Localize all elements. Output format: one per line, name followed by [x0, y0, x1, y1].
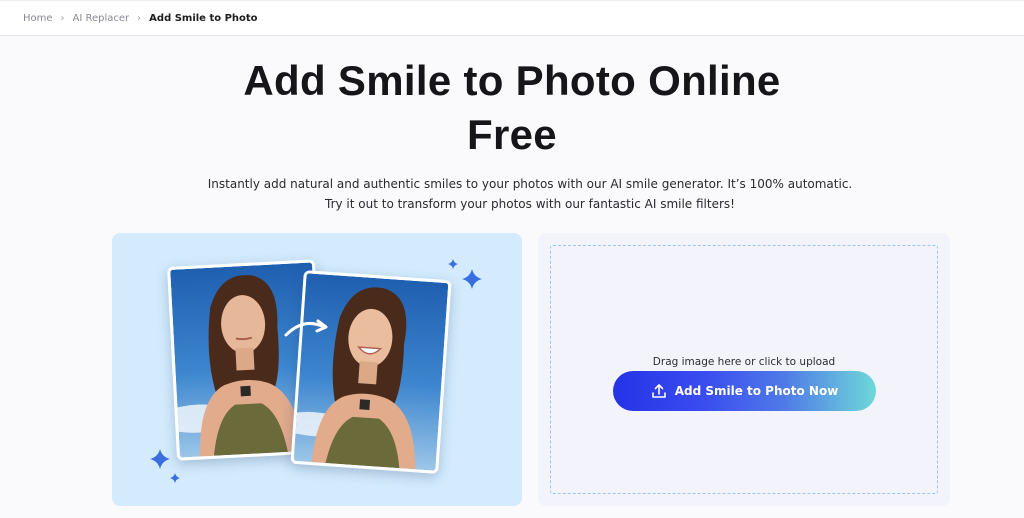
upload-dropzone[interactable]: Drag image here or click to upload Add S… [550, 245, 938, 494]
chevron-right-icon: › [60, 13, 65, 24]
sparkle-icon [448, 259, 458, 269]
after-photo [290, 270, 452, 474]
add-smile-button-label: Add Smile to Photo Now [674, 384, 839, 398]
page-title-line-2: Free [467, 111, 557, 158]
page-subtitle: Instantly add natural and authentic smil… [207, 177, 853, 211]
page-title-line-1: Add Smile to Photo Online [243, 57, 781, 104]
sparkle-icon [462, 269, 482, 289]
upload-panel: Drag image here or click to upload Add S… [538, 233, 950, 506]
breadcrumb-current: Add Smile to Photo [149, 13, 258, 24]
page-title: Add Smile to Photo Online Free [0, 54, 1024, 162]
sparkle-icon [170, 473, 180, 483]
before-after-preview [112, 233, 522, 506]
top-bar: Home › AI Replacer › Add Smile to Photo [0, 0, 1024, 36]
breadcrumb-home[interactable]: Home [23, 13, 53, 24]
sparkle-icon [150, 449, 170, 469]
curved-arrow-icon [284, 319, 328, 337]
breadcrumb: Home › AI Replacer › Add Smile to Photo [23, 13, 258, 24]
drag-hint: Drag image here or click to upload [652, 356, 836, 368]
chevron-right-icon: › [137, 13, 142, 24]
breadcrumb-ai-replacer[interactable]: AI Replacer [73, 13, 130, 24]
add-smile-button[interactable]: Add Smile to Photo Now [613, 371, 876, 411]
upload-icon [651, 383, 667, 399]
